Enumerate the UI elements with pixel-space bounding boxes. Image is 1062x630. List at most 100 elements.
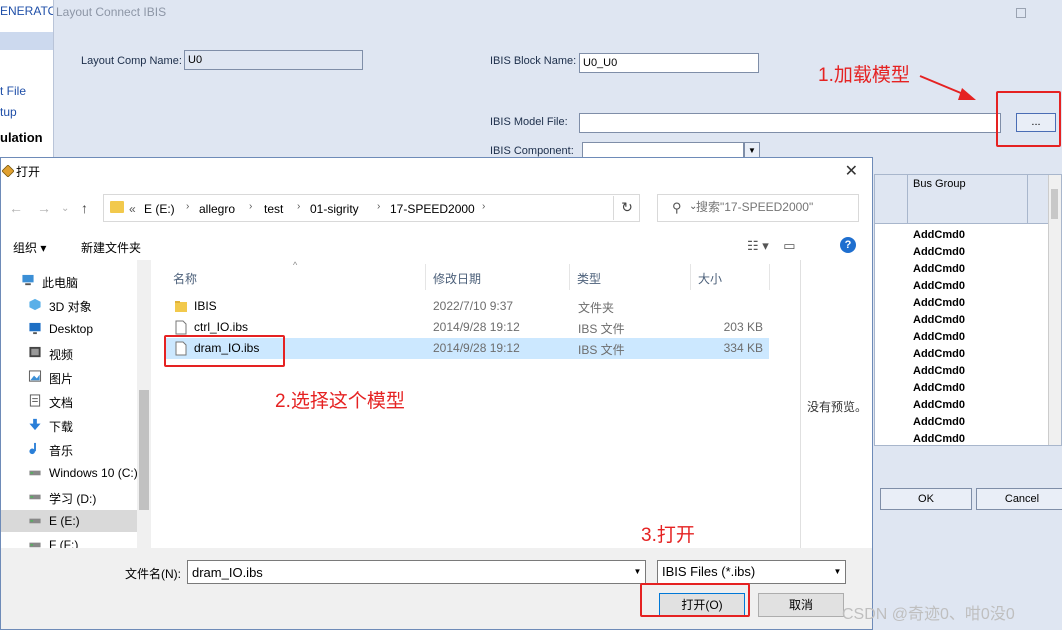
scrollbar[interactable]: [1048, 175, 1061, 445]
nav-item[interactable]: 此电脑: [1, 270, 137, 292]
menu-item-setup[interactable]: tup: [0, 105, 53, 119]
ok-button[interactable]: OK: [880, 488, 972, 510]
no-preview-text: 没有预览。: [807, 400, 868, 414]
file-date: 2014/9/28 19:12: [433, 341, 520, 355]
download-icon: [29, 418, 41, 431]
computer-icon: [22, 274, 34, 286]
breadcrumb-item[interactable]: 17-SPEED2000: [390, 202, 475, 216]
nav-item-label: 音乐: [49, 444, 74, 458]
chevron-right-icon[interactable]: ›: [297, 201, 300, 212]
nav-item-label: 视频: [49, 348, 74, 362]
column-divider[interactable]: [569, 264, 570, 290]
bus-group-row[interactable]: AddCmd0: [913, 363, 965, 380]
bus-group-row[interactable]: AddCmd0: [913, 295, 965, 312]
chevron-right-icon[interactable]: ›: [482, 201, 485, 212]
bus-group-row[interactable]: AddCmd0: [913, 261, 965, 278]
bus-group-row[interactable]: AddCmd0: [913, 414, 965, 431]
folder-icon: [175, 301, 187, 312]
nav-item[interactable]: 学习 (D:): [1, 486, 137, 508]
bus-group-header: Bus Group: [875, 175, 1049, 224]
nav-item[interactable]: E (E:): [1, 510, 137, 532]
dialog-titlebar: 打开 ✕: [1, 158, 872, 186]
nav-item[interactable]: Desktop: [1, 318, 137, 340]
cancel-button[interactable]: 取消: [758, 593, 844, 617]
column-header-type[interactable]: 类型: [577, 270, 601, 287]
column-divider[interactable]: [690, 264, 691, 290]
breadcrumb-overflow[interactable]: «: [129, 202, 136, 216]
bus-group-row[interactable]: AddCmd0: [913, 312, 965, 329]
file-type: IBS 文件: [578, 322, 625, 336]
scrollbar[interactable]: [137, 260, 151, 548]
search-box[interactable]: ⚲: [657, 194, 859, 222]
chevron-down-icon[interactable]: ▼: [630, 560, 646, 584]
close-icon[interactable]: ✕: [845, 161, 858, 181]
drive-icon: [29, 494, 41, 500]
highlight-open-button: [640, 583, 750, 617]
column-divider: [907, 175, 908, 223]
column-header-size[interactable]: 大小: [698, 270, 722, 287]
bus-group-row[interactable]: AddCmd0: [913, 431, 965, 448]
organize-button[interactable]: 组织 ▾: [13, 239, 46, 256]
scrollbar-thumb[interactable]: [139, 390, 149, 510]
back-arrow-icon[interactable]: ←: [9, 200, 23, 216]
nav-item[interactable]: 图片: [1, 366, 137, 388]
bus-group-row[interactable]: AddCmd0: [913, 227, 965, 244]
cancel-button[interactable]: Cancel: [976, 488, 1062, 510]
chevron-right-icon[interactable]: ›: [377, 201, 380, 212]
nav-item[interactable]: 文档: [1, 390, 137, 412]
column-divider: [1027, 175, 1028, 223]
scrollbar-thumb[interactable]: [1051, 189, 1058, 219]
search-input[interactable]: [694, 199, 858, 215]
up-arrow-icon[interactable]: ↑: [81, 200, 88, 216]
annotation-step3: 3.打开: [641, 525, 695, 546]
ibis-model-file-field[interactable]: [579, 113, 1001, 133]
annotation-step1: 1.加载模型: [818, 65, 910, 86]
bus-group-row[interactable]: AddCmd0: [913, 278, 965, 295]
file-list: ^ 名称 修改日期 类型 大小 IBIS 2022/7/10 9:37 文件夹 ctr…: [165, 260, 770, 548]
column-divider[interactable]: [769, 264, 770, 290]
simulation-heading: ulation: [0, 130, 43, 145]
picture-icon: [28, 370, 42, 382]
nav-item[interactable]: 音乐: [1, 438, 137, 460]
bus-group-row[interactable]: AddCmd0: [913, 329, 965, 346]
filename-input[interactable]: [187, 560, 631, 584]
address-row: ← → ⌄ ↑ « E (E:) › allegro › test › 01-s…: [1, 194, 872, 224]
nav-item[interactable]: 视频: [1, 342, 137, 364]
breadcrumb-item[interactable]: test: [264, 202, 283, 216]
nav-item[interactable]: 下载: [1, 414, 137, 436]
sort-arrow-icon: ^: [293, 260, 298, 270]
breadcrumb-item[interactable]: E (E:): [144, 202, 175, 216]
chevron-right-icon[interactable]: ›: [249, 201, 252, 212]
bus-group-row[interactable]: AddCmd0: [913, 244, 965, 261]
breadcrumb-item[interactable]: allegro: [199, 202, 235, 216]
bus-group-row[interactable]: AddCmd0: [913, 397, 965, 414]
view-options-icon[interactable]: ☷ ▾ ▭: [747, 238, 796, 254]
forward-arrow-icon[interactable]: →: [37, 200, 51, 216]
column-divider[interactable]: [425, 264, 426, 290]
bus-group-row[interactable]: AddCmd0: [913, 346, 965, 363]
filetype-select[interactable]: IBIS Files (*.ibs): [657, 560, 831, 584]
file-row[interactable]: IBIS 2022/7/10 9:37 文件夹: [165, 296, 769, 317]
nav-item[interactable]: 3D 对象: [1, 294, 137, 316]
nav-item[interactable]: F (F:): [1, 534, 137, 548]
bus-group-row[interactable]: AddCmd0: [913, 380, 965, 397]
new-folder-button[interactable]: 新建文件夹: [81, 239, 141, 256]
help-icon[interactable]: ?: [840, 237, 856, 253]
maximize-button[interactable]: [1016, 8, 1026, 18]
highlight-browse: [996, 91, 1061, 147]
chevron-right-icon[interactable]: ›: [186, 201, 189, 212]
column-header-name[interactable]: 名称: [173, 270, 197, 287]
column-header-date[interactable]: 修改日期: [433, 270, 481, 287]
refresh-icon[interactable]: ↻: [613, 196, 640, 220]
breadcrumb-item[interactable]: 01-sigrity: [310, 202, 359, 216]
address-bar[interactable]: « E (E:) › allegro › test › 01-sigrity ›…: [103, 194, 697, 222]
nav-item[interactable]: Windows 10 (C:): [1, 462, 137, 484]
chevron-down-icon[interactable]: ⌄: [61, 203, 69, 214]
nav-item-label: 图片: [49, 372, 74, 386]
chevron-down-icon[interactable]: ▼: [830, 560, 846, 584]
ibis-block-name-field[interactable]: U0_U0: [579, 53, 759, 73]
bus-group-rows: AddCmd0 AddCmd0 AddCmd0 AddCmd0 AddCmd0 AddCm…: [913, 227, 965, 448]
menu-item-file[interactable]: t File: [0, 84, 53, 98]
watermark: CSDN @奇迹0、咁0没0: [842, 606, 1015, 623]
search-icon: ⚲: [672, 200, 682, 215]
